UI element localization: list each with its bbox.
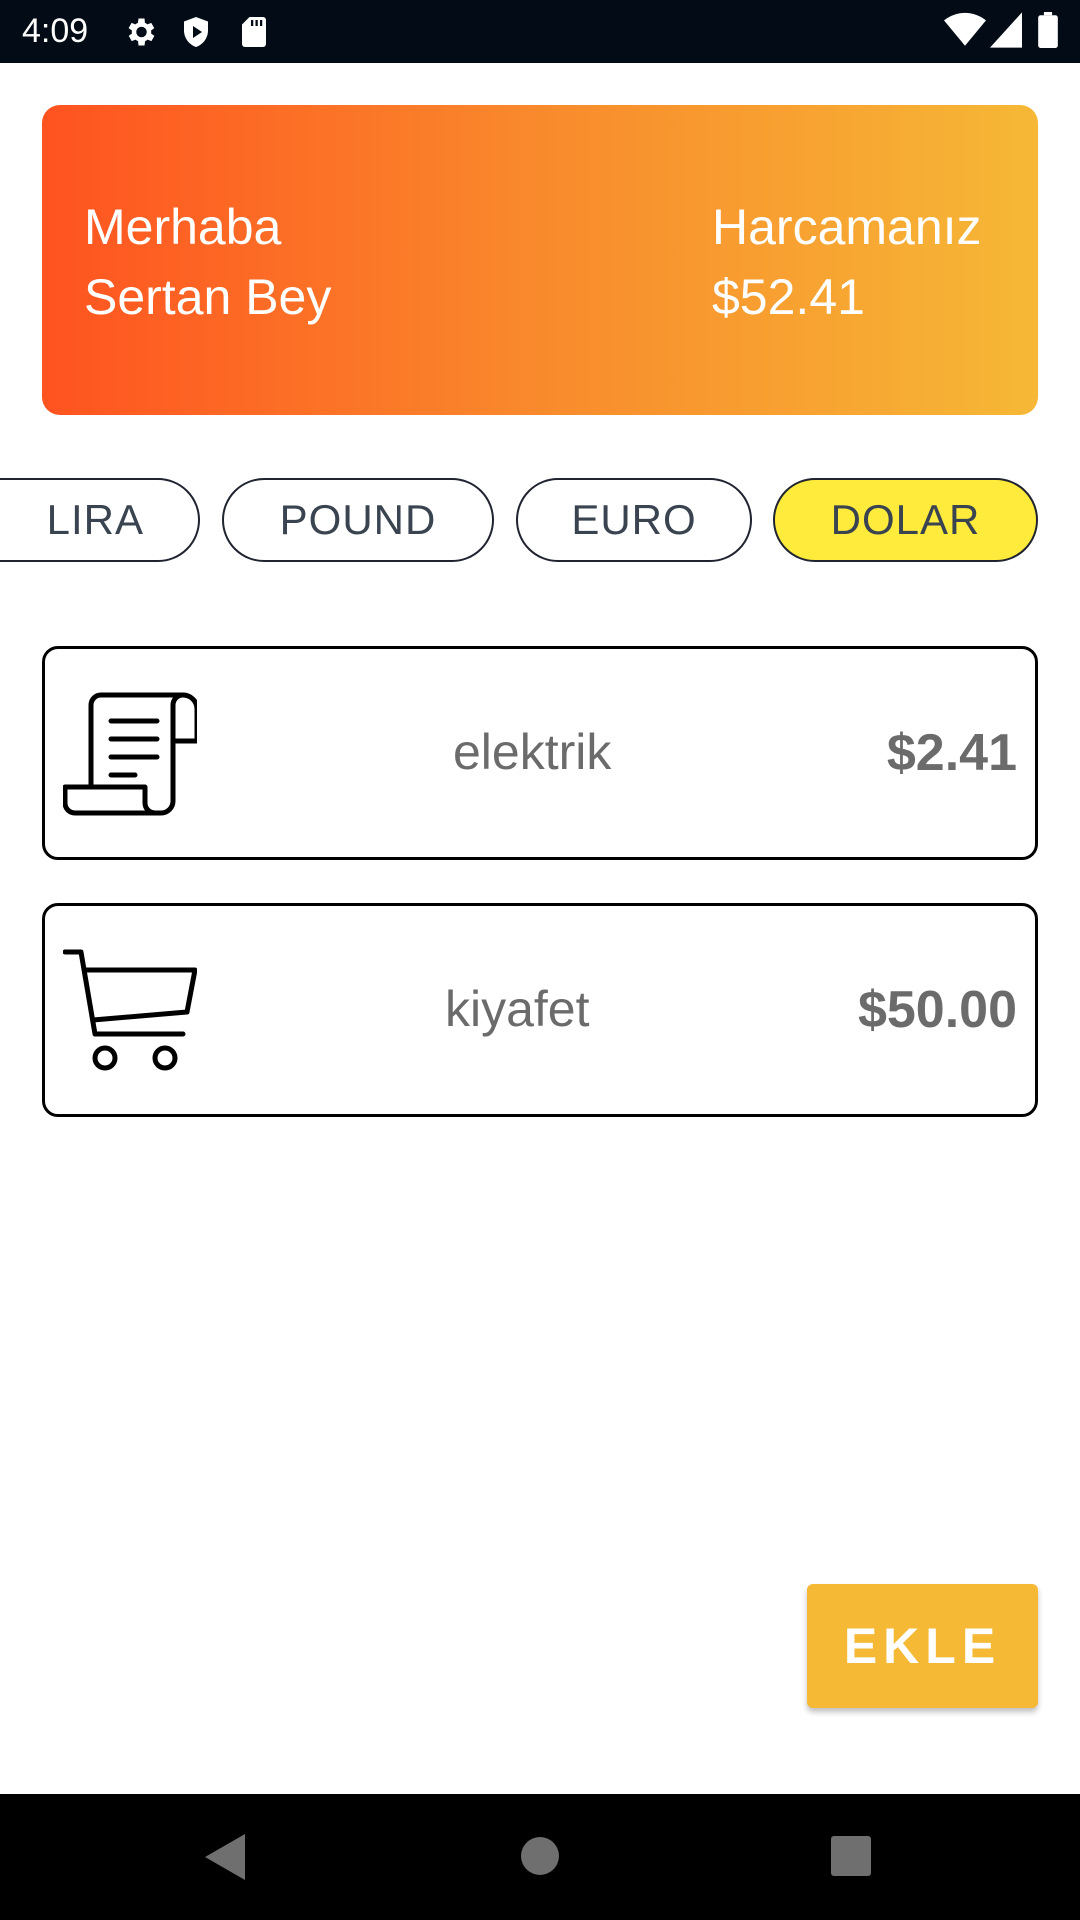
chip-pound[interactable]: POUND <box>222 478 494 562</box>
status-time: 4:09 <box>22 12 89 50</box>
settings-icon <box>128 18 155 46</box>
receipt-icon <box>63 692 197 816</box>
expense-amount: $2.41 <box>886 724 1017 782</box>
signal-icon <box>990 12 1022 48</box>
expense-card[interactable]: elektrik $2.41 <box>42 646 1038 860</box>
sd-card-icon <box>242 17 266 47</box>
home-icon[interactable] <box>520 1836 560 1876</box>
battery-icon <box>1038 12 1058 48</box>
user-name: Sertan Bey <box>84 269 332 325</box>
status-bar: 4:09 <box>0 0 1080 63</box>
summary-card: Merhaba Sertan Bey Harcamanız $52.41 <box>42 105 1038 415</box>
greeting-text: Merhaba <box>84 199 282 255</box>
shield-play-icon <box>184 17 208 47</box>
spend-value: $52.41 <box>712 269 865 325</box>
chip-euro[interactable]: EURO <box>516 478 752 562</box>
add-button[interactable]: EKLE <box>807 1584 1038 1708</box>
expense-amount: $50.00 <box>857 981 1017 1039</box>
chip-lira[interactable]: LIRA <box>0 478 200 562</box>
expense-name: elektrik <box>453 724 612 780</box>
expense-card[interactable]: kiyafet $50.00 <box>42 903 1038 1117</box>
shopping-cart-icon <box>63 949 197 1071</box>
recents-icon[interactable] <box>831 1836 871 1876</box>
wifi-icon <box>944 12 986 46</box>
chip-dolar[interactable]: DOLAR <box>773 478 1038 562</box>
expense-name: kiyafet <box>445 981 590 1037</box>
currency-chip-row[interactable]: LIRA POUND EURO DOLAR <box>0 478 1080 562</box>
navigation-bar <box>0 1794 1080 1920</box>
spend-label: Harcamanız <box>712 199 982 255</box>
back-icon[interactable] <box>205 1834 245 1880</box>
